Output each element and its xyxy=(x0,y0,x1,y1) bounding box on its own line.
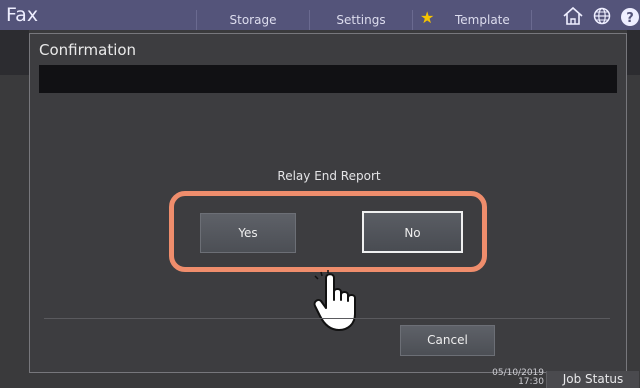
svg-text:?: ? xyxy=(626,11,634,26)
dialog-message: Relay End Report xyxy=(277,169,381,183)
dialog-title: Confirmation xyxy=(39,41,137,59)
dialog-divider xyxy=(44,318,610,319)
datetime-display: 05/10/2019 17:30 xyxy=(490,369,544,387)
no-button[interactable]: No xyxy=(362,211,463,253)
help-icon[interactable]: ? xyxy=(620,7,640,27)
pointing-hand-icon xyxy=(313,270,356,331)
job-status-button[interactable]: Job Status xyxy=(546,371,639,388)
globe-icon[interactable] xyxy=(593,7,611,25)
background-panel xyxy=(627,30,640,75)
tab-settings[interactable]: Settings xyxy=(309,10,412,30)
time-text: 17:30 xyxy=(518,377,544,387)
app-title: Fax xyxy=(6,4,39,26)
tab-storage[interactable]: Storage xyxy=(196,10,309,30)
background-panel xyxy=(0,30,29,75)
yes-button[interactable]: Yes xyxy=(200,213,296,253)
dialog-info-band xyxy=(39,65,617,93)
confirmation-dialog: Confirmation Relay End Report Yes No Can… xyxy=(29,33,627,373)
home-icon[interactable] xyxy=(562,6,584,26)
top-bar: Fax Storage Settings ★ Template ? xyxy=(0,0,640,30)
star-icon: ★ xyxy=(420,8,435,27)
cancel-button[interactable]: Cancel xyxy=(400,325,495,356)
tab-template-label: Template xyxy=(455,13,510,27)
